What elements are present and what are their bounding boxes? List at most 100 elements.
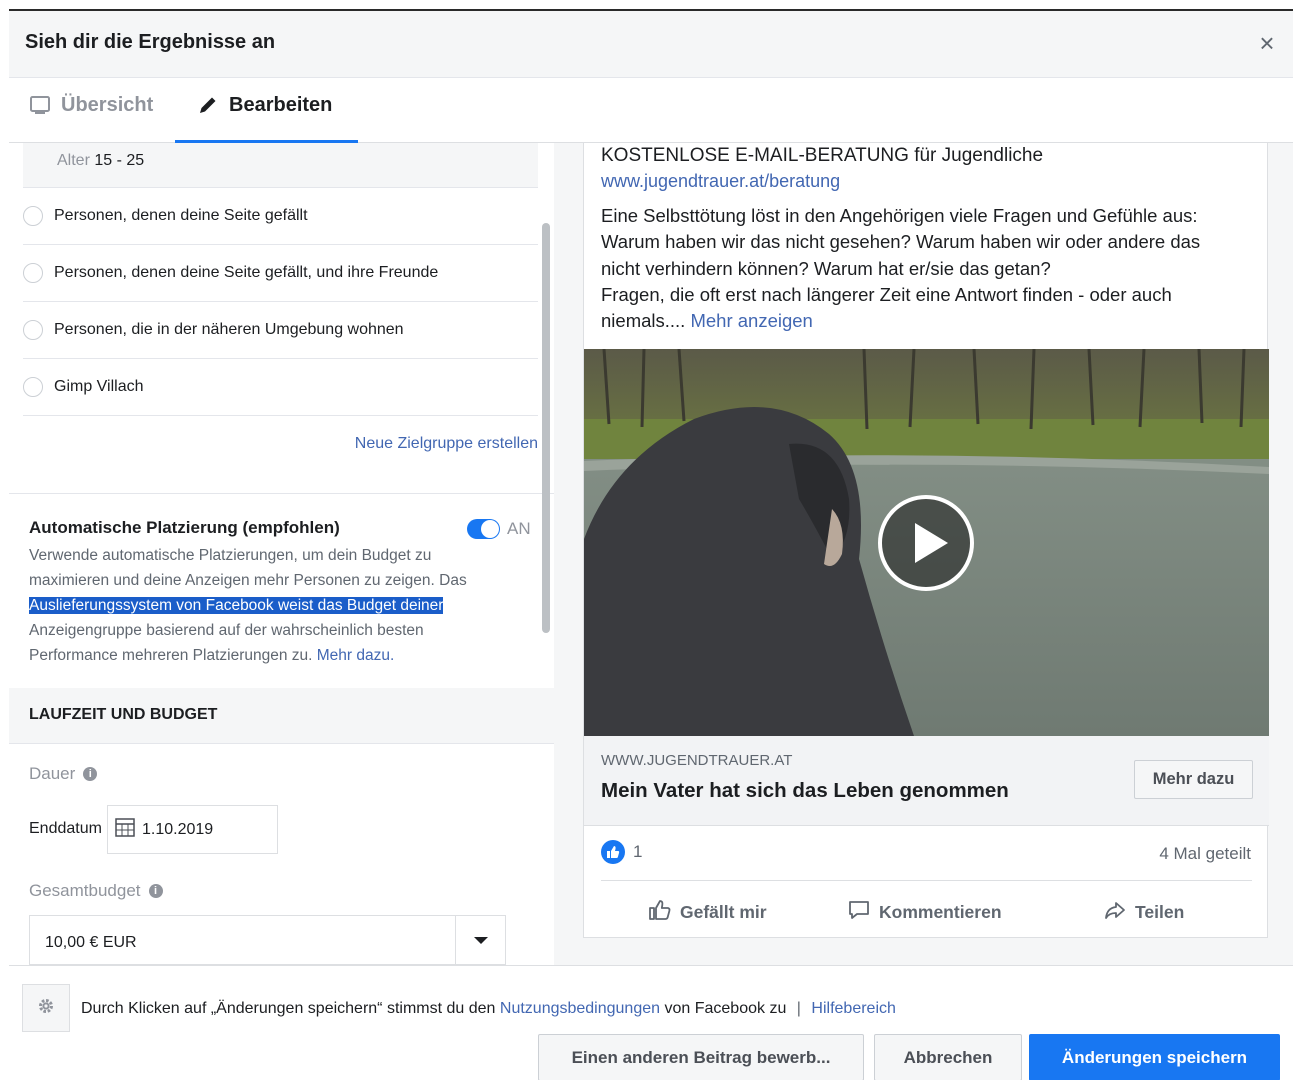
toggle-knob [481,520,499,538]
placement-desc-text: Verwende automatische Platzierungen, um … [29,547,432,564]
placement-desc-text: Performance mehreren Platzierungen zu. [29,647,313,664]
automatic-placement-section: Automatische Platzierung (empfohlen) Ver… [29,518,539,668]
ad-headline: KOSTENLOSE E-MAIL-BERATUNG für Jugendlic… [601,145,1044,166]
budget-dropdown-button[interactable] [455,915,506,965]
comment-icon [847,898,871,927]
placement-toggle[interactable]: AN [467,519,531,539]
selected-text: Auslieferungssystem von Facebook weist d… [29,597,444,614]
placement-title: Automatische Platzierung (empfohlen) [29,518,340,537]
separator: | [796,1000,801,1017]
share-count[interactable]: 4 Mal geteilt [1159,844,1251,864]
divider [9,493,554,494]
budget-label: Gesamtbudget i [29,881,163,901]
share-label: Teilen [1135,902,1185,922]
edit-panel: Alter 15 - 25 Personen, denen deine Seit… [9,143,554,965]
toggle-switch[interactable] [467,519,500,539]
audience-option-page-fans[interactable]: Personen, denen deine Seite gefällt [23,188,538,245]
promote-other-post-button[interactable]: Einen anderen Beitrag bewerb... [538,1034,864,1080]
info-icon[interactable]: i [148,884,163,898]
end-date-value: 1.10.2019 [142,820,214,838]
like-button[interactable]: Gefällt mir [648,898,767,927]
dialog-header: Sieh dir die Ergebnisse an × [9,11,1293,78]
share-button[interactable]: Teilen [1103,898,1184,927]
radio-button[interactable] [23,206,43,226]
like-reaction-icon [601,840,625,864]
close-icon[interactable]: × [1255,30,1279,56]
ad-body-line: Warum haben wir das nicht gesehen? Warum… [601,231,1201,253]
age-row: Alter 15 - 25 [23,143,538,188]
terms-text: von Facebook zu [664,1000,787,1017]
pencil-icon [197,94,219,116]
help-center-link[interactable]: Hilfebereich [811,1000,895,1017]
terms-notice: Durch Klicken auf „Änderungen speichern“… [81,1000,896,1018]
cancel-button[interactable]: Abbrechen [874,1034,1022,1080]
ad-body-line: niemals.... [601,310,686,332]
link-preview[interactable]: WWW.JUGENDTRAUER.AT Mein Vater hat sich … [584,736,1269,826]
divider [601,880,1252,881]
comment-label: Kommentieren [879,902,1002,922]
ad-preview-card: KOSTENLOSE E-MAIL-BERATUNG für Jugendlic… [583,143,1269,938]
age-label: Alter [57,152,90,169]
end-date-input[interactable]: 1.10.2019 [107,805,278,854]
gear-icon [37,997,55,1020]
terms-link[interactable]: Nutzungsbedingungen [500,1000,660,1017]
radio-button[interactable] [23,377,43,397]
play-button[interactable] [878,495,974,591]
placement-description: Verwende automatische Platzierungen, um … [29,543,509,668]
ad-video[interactable] [584,349,1269,736]
tab-overview-label: Übersicht [61,94,154,116]
end-date-label: Enddatum [29,820,102,837]
see-more-link[interactable]: Mehr anzeigen [690,310,812,331]
ad-body-line: Eine Selbsttötung löst in den Angehörige… [601,205,1198,226]
audience-option-fans-friends[interactable]: Personen, denen deine Seite gefällt, und… [23,245,538,302]
tab-edit-label: Bearbeiten [229,94,333,116]
comment-button[interactable]: Kommentieren [847,898,1002,927]
new-audience-link[interactable]: Neue Zielgruppe erstellen [9,435,538,453]
terms-text: Durch Klicken auf „Änderungen speichern“… [81,1000,496,1017]
audience-option-label: Personen, denen deine Seite gefällt, und… [54,264,439,281]
info-icon[interactable]: i [83,767,98,781]
learn-more-button[interactable]: Mehr dazu [1134,760,1253,799]
ad-preview-panel: KOSTENLOSE E-MAIL-BERATUNG für Jugendlic… [554,143,1293,965]
audience-option-label: Gimp Villach [54,378,144,395]
toggle-label: AN [507,519,531,538]
audience-option-label: Personen, denen deine Seite gefällt [54,207,308,224]
audience-option-custom[interactable]: Gimp Villach [23,359,538,416]
link-domain: WWW.JUGENDTRAUER.AT [601,752,793,769]
share-icon [1103,898,1127,927]
duration-label: Dauer i [29,764,98,784]
settings-button[interactable] [22,984,70,1032]
ad-body-text: Eine Selbsttötung löst in den Angehörige… [601,203,1251,334]
radio-button[interactable] [23,320,43,340]
dialog-title: Sieh dir die Ergebnisse an [25,31,276,53]
thumbs-up-icon [648,898,672,927]
audience-option-local[interactable]: Personen, die in der näheren Umgebung wo… [23,302,538,359]
chevron-down-icon [473,936,488,944]
learn-more-link[interactable]: Mehr dazu. [317,647,395,664]
save-changes-button[interactable]: Änderungen speichern [1029,1034,1280,1080]
ad-body-line: nicht verhindern können? Warum hat er/si… [601,257,1051,279]
reaction-summary[interactable]: 1 [601,840,642,864]
monitor-icon [29,94,51,116]
duration-label-text: Dauer [29,764,76,783]
schedule-budget-header: LAUFZEIT UND BUDGET [9,688,554,744]
post-actions: Gefällt mir Kommentieren Teilen [584,892,1269,928]
like-count: 1 [633,842,643,861]
audience-option-label: Personen, die in der näheren Umgebung wo… [54,321,404,338]
tab-overview[interactable]: Übersicht [29,94,153,143]
like-label: Gefällt mir [680,902,767,922]
budget-label-text: Gesamtbudget [29,881,141,900]
budget-input[interactable]: 10,00 € EUR [29,915,456,965]
ad-url-link[interactable]: www.jugendtrauer.at/beratung [601,171,840,192]
dialog-footer: Durch Klicken auf „Änderungen speichern“… [9,965,1293,1080]
placement-desc-text: Anzeigengruppe basierend auf der wahrsch… [29,622,424,639]
play-icon [915,523,948,563]
scrollbar[interactable] [542,223,550,633]
ad-body-line: Fragen, die oft erst nach längerer Zeit … [601,283,1172,305]
radio-button[interactable] [23,263,43,283]
age-value: 15 - 25 [94,152,145,169]
tab-edit[interactable]: Bearbeiten [175,94,358,143]
link-title: Mein Vater hat sich das Leben genommen [601,779,1009,802]
placement-desc-text: maximieren und deine Anzeigen mehr Perso… [29,572,467,589]
tab-bar: Übersicht Bearbeiten [9,78,1293,143]
